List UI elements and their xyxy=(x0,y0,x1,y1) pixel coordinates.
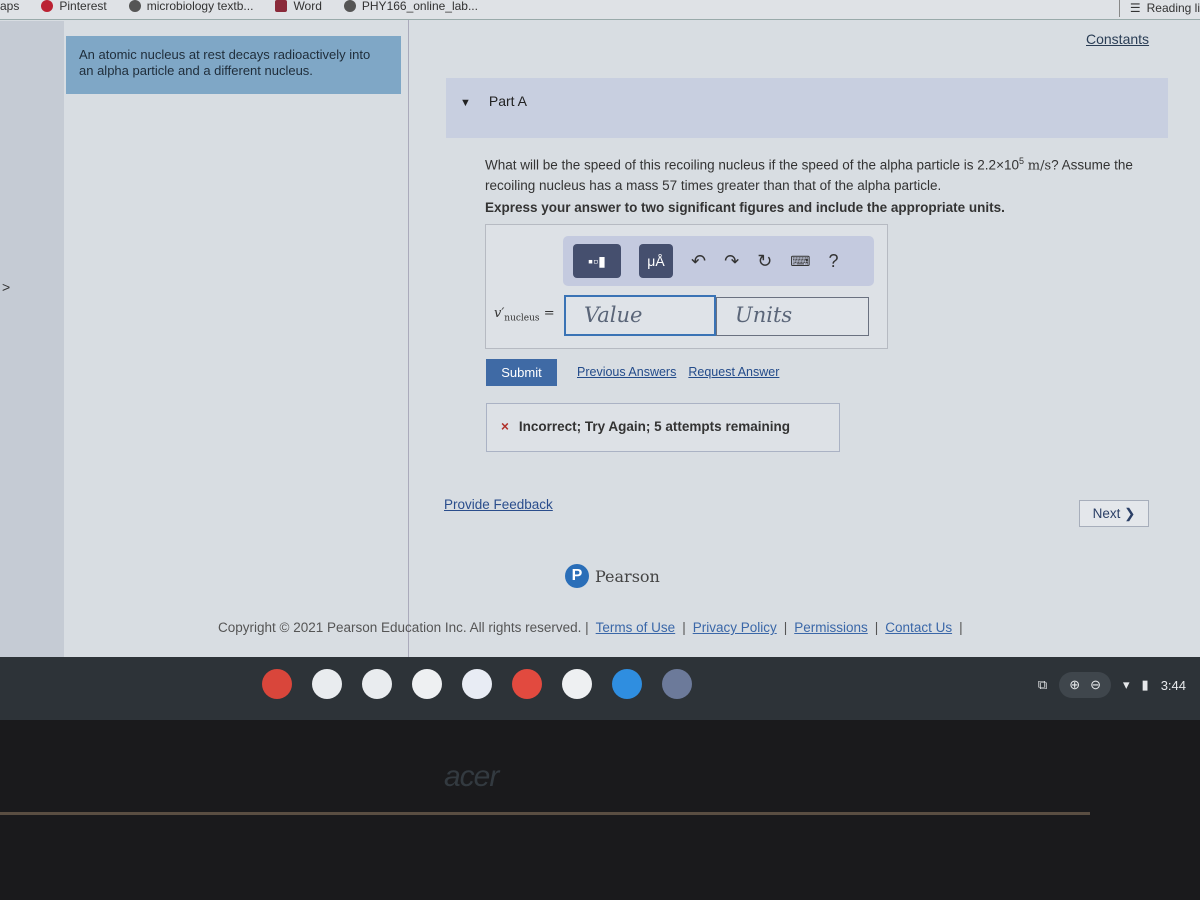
privacy-link[interactable]: Privacy Policy xyxy=(693,620,777,635)
pearson-logo: P Pearson xyxy=(565,564,660,588)
divider xyxy=(408,20,409,660)
speed-exp: 5 xyxy=(1018,156,1024,166)
laptop-edge xyxy=(0,812,1090,815)
status-area[interactable]: ⊕ ⊖ xyxy=(1059,672,1111,698)
copyright: Copyright © 2021 Pearson Education Inc. … xyxy=(218,620,589,635)
permissions-link[interactable]: Permissions xyxy=(794,620,868,635)
bookmark-label: Pinterest xyxy=(59,0,107,13)
part-a-header[interactable]: ▼ Part A xyxy=(446,78,1168,138)
photos-icon[interactable] xyxy=(362,669,392,699)
math-toolbar: ▪▫▮ μÅ ↶ ↷ ↻ ⌨ ? xyxy=(563,236,874,286)
redo-icon[interactable]: ↷ xyxy=(724,251,739,272)
bookmark-microbiology[interactable]: microbiology textb... xyxy=(128,0,254,13)
bookmark-label: Word xyxy=(293,0,322,13)
reading-list-button[interactable]: ☰ Reading li xyxy=(1118,0,1200,17)
x-icon: × xyxy=(501,419,509,434)
bookmark-word[interactable]: Word xyxy=(275,0,322,13)
gmail-icon[interactable] xyxy=(412,669,442,699)
bookmark-pinterest[interactable]: Pinterest xyxy=(41,0,107,13)
minus-icon: ⊖ xyxy=(1090,677,1101,692)
constants-link[interactable]: Constants xyxy=(1086,31,1149,47)
caret-down-icon: ▼ xyxy=(460,97,471,109)
acer-logo: acer xyxy=(444,760,499,793)
pearson-p-icon: P xyxy=(565,564,589,588)
templates-button[interactable]: ▪▫▮ xyxy=(573,244,621,278)
undo-icon[interactable]: ↶ xyxy=(691,251,706,272)
units-button[interactable]: μÅ xyxy=(639,244,673,278)
clock: 3:44 xyxy=(1160,677,1186,693)
keyboard-icon[interactable]: ⌨ xyxy=(790,253,810,270)
var-sub: nucleus xyxy=(504,313,540,324)
help-button[interactable]: ? xyxy=(829,251,839,272)
pearson-text: Pearson xyxy=(595,566,660,586)
reading-list-icon: ☰ xyxy=(1129,1,1141,15)
bookmark-label: aps xyxy=(0,0,20,13)
screen: aps Pinterest microbiology textb... Word… xyxy=(0,0,1200,720)
submit-button[interactable]: Submit xyxy=(486,359,557,386)
tote-icon[interactable]: ⧉ xyxy=(1038,677,1047,693)
system-tray[interactable]: ⧉ ⊕ ⊖ ▾ ▮ 3:44 xyxy=(1038,672,1186,698)
footer: Copyright © 2021 Pearson Education Inc. … xyxy=(218,620,963,635)
pinterest-icon xyxy=(41,0,54,12)
previous-answers-link[interactable]: Previous Answers xyxy=(577,365,676,379)
play-store-icon[interactable] xyxy=(562,669,592,699)
battery-icon: ▮ xyxy=(1141,677,1149,692)
units-input[interactable]: Units xyxy=(716,297,869,336)
reset-icon[interactable]: ↻ xyxy=(757,251,772,272)
files-icon[interactable] xyxy=(612,669,642,699)
meet-icon[interactable] xyxy=(312,669,342,699)
globe-icon xyxy=(128,0,141,12)
settings-icon[interactable] xyxy=(662,669,692,699)
bookmark-phy166[interactable]: PHY166_online_lab... xyxy=(343,0,478,13)
reading-list-label: Reading li xyxy=(1146,1,1200,15)
answer-links: Previous Answers Request Answer xyxy=(577,365,779,379)
instructions: Express your answer to two significant f… xyxy=(485,200,1005,215)
feedback-text: Incorrect; Try Again; 5 attempts remaini… xyxy=(518,419,790,434)
wifi-icon: ▾ xyxy=(1123,677,1130,692)
youtube-icon[interactable] xyxy=(512,669,542,699)
speed: 2.2×10 xyxy=(977,157,1019,173)
part-label: Part A xyxy=(488,93,528,109)
next-button[interactable]: Next ❯ xyxy=(1079,500,1149,527)
equals: = xyxy=(543,306,555,321)
answer-label: v′nucleus = xyxy=(494,306,555,324)
chrome-icon[interactable] xyxy=(262,669,292,699)
word-icon xyxy=(275,0,288,12)
value-input[interactable]: Value xyxy=(564,295,716,336)
add-icon: ⊕ xyxy=(1069,677,1081,692)
bookmark-maps[interactable]: aps xyxy=(0,0,19,13)
question-text: What will be the speed of this recoiling… xyxy=(485,152,1165,195)
feedback-message: × Incorrect; Try Again; 5 attempts remain… xyxy=(486,403,840,452)
request-answer-link[interactable]: Request Answer xyxy=(688,365,779,379)
speed-unit: m/s xyxy=(1027,158,1052,174)
contact-link[interactable]: Contact Us xyxy=(885,620,952,635)
os-shelf: ⧉ ⊕ ⊖ ▾ ▮ 3:44 xyxy=(0,657,1200,720)
terms-link[interactable]: Terms of Use xyxy=(596,620,676,635)
bookmarks-bar: aps Pinterest microbiology textb... Word… xyxy=(0,0,1200,20)
bookmark-label: PHY166_online_lab... xyxy=(361,0,478,13)
left-gutter: > xyxy=(0,21,64,661)
provide-feedback-link[interactable]: Provide Feedback xyxy=(444,497,553,512)
bookmark-label: microbiology textb... xyxy=(146,0,254,13)
docs-icon[interactable] xyxy=(462,669,492,699)
globe-icon xyxy=(343,0,356,12)
chevron-right-icon[interactable]: > xyxy=(2,279,10,295)
q-text: What will be the speed of this recoiling… xyxy=(485,157,978,173)
app-launcher-list xyxy=(262,669,692,699)
var: v′ xyxy=(494,306,505,321)
problem-intro: An atomic nucleus at rest decays radioac… xyxy=(66,36,401,94)
